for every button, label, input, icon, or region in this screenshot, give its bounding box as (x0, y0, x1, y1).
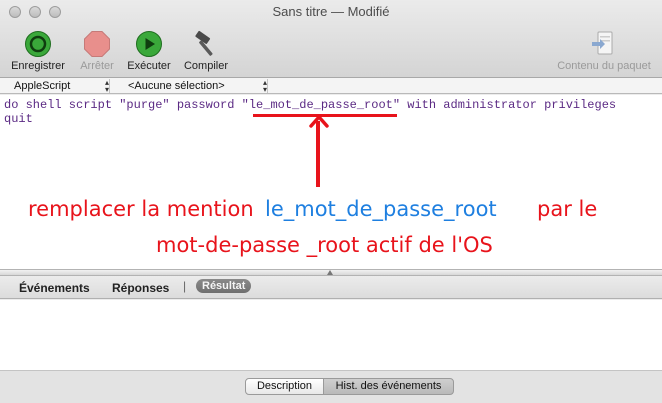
hammer-icon (195, 30, 213, 56)
navigation-select-value: <Aucune sélection> (128, 80, 225, 92)
annotation-text-part2: le_mot_de_passe_root (265, 197, 497, 221)
annotation-arrow-shaft (316, 121, 320, 187)
code-line1-prefix: do shell script "purge" password (4, 98, 242, 112)
toolbar: Sans titre — Modifié Enregistrer Arrêter… (0, 0, 662, 78)
annotation-text-part1: remplacer la mention (28, 197, 254, 221)
script-editor-window: Sans titre — Modifié Enregistrer Arrêter… (0, 0, 662, 403)
code-password-string: "le_mot_de_passe_root" (241, 98, 401, 112)
tab-replies[interactable]: Réponses (112, 281, 169, 295)
splitter-grip-icon (327, 270, 333, 275)
bundle-contents-icon (592, 31, 613, 55)
record-icon (25, 31, 51, 57)
record-label: Enregistrer (11, 60, 65, 72)
compile-button[interactable]: Compiler (174, 30, 238, 72)
event-history-button[interactable]: Hist. des événements (323, 378, 454, 395)
annotation-text-part3: par le (537, 197, 598, 221)
run-label: Exécuter (127, 60, 171, 72)
bundle-contents-label: Contenu du paquet (557, 60, 651, 72)
code-line2: quit (4, 112, 33, 126)
navigation-select[interactable]: <Aucune sélection> ▴ ▾ (112, 78, 268, 94)
compile-label: Compiler (183, 60, 228, 72)
description-button[interactable]: Description (245, 378, 324, 395)
code-line1-suffix: with administrator privileges (400, 98, 617, 112)
bundle-contents-button[interactable]: Contenu du paquet (552, 30, 656, 72)
language-select-value: AppleScript (14, 80, 71, 92)
window-title: Sans titre — Modifié (272, 4, 390, 19)
navigation-bar: AppleScript ▴ ▾ <Aucune sélection> ▴ ▾ (0, 78, 662, 94)
updown-arrows-icon: ▴ ▾ (262, 78, 267, 94)
stop-icon (84, 31, 110, 57)
tab-result[interactable]: Résultat (196, 279, 252, 293)
record-button[interactable]: Enregistrer (6, 30, 70, 72)
updown-arrows-icon: ▴ ▾ (104, 78, 109, 94)
pane-splitter[interactable] (0, 269, 662, 276)
annotation-text-line2: mot-de-passe _root actif de l'OS (156, 233, 493, 257)
language-select[interactable]: AppleScript ▴ ▾ (0, 78, 110, 94)
log-tabs: Événements Réponses | Résultat (0, 276, 662, 299)
run-button[interactable]: Exécuter (117, 30, 181, 72)
result-pane[interactable] (0, 300, 662, 370)
tab-separator: | (183, 279, 187, 293)
tab-events[interactable]: Événements (19, 281, 90, 295)
play-icon (136, 31, 162, 57)
bottom-bar: Description Hist. des événements (0, 370, 662, 403)
